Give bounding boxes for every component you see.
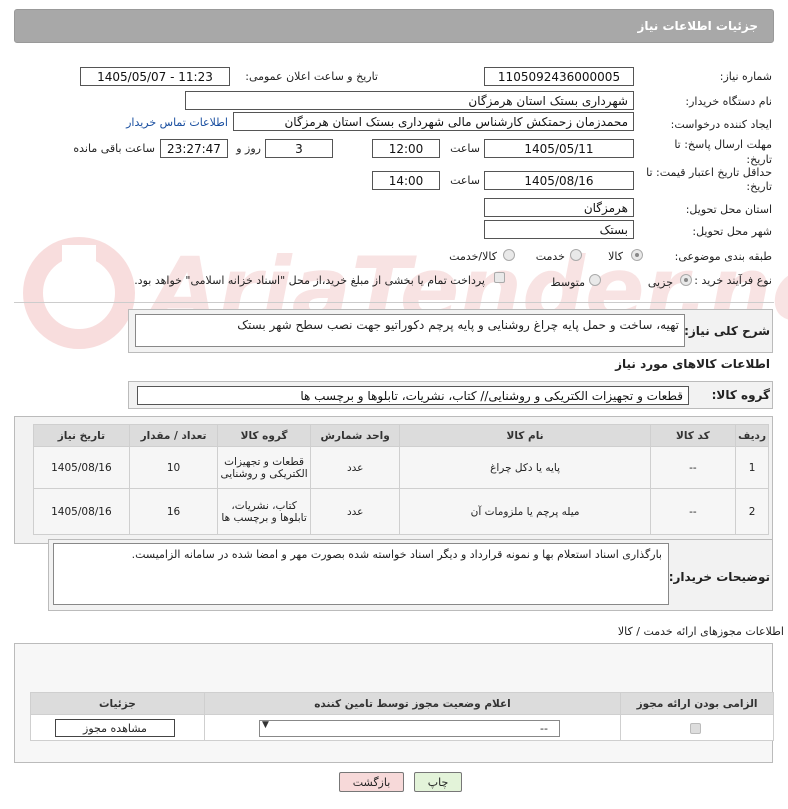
category-goods-radio[interactable] bbox=[631, 249, 643, 261]
cell-unit: عدد bbox=[309, 446, 401, 489]
cell-date: 1405/08/16 bbox=[33, 446, 130, 489]
buyer-org-field: شهرداری بستک استان هرمزگان bbox=[185, 91, 634, 110]
cell-group: کتاب، نشریات، تابلوها و برچسب ها bbox=[217, 488, 311, 535]
goods-table: ردیف کد کالا نام کالا واحد شمارش گروه کا… bbox=[33, 424, 769, 535]
deadline-hour-label: ساعت bbox=[450, 142, 480, 155]
days-suffix: روز و bbox=[236, 142, 261, 155]
need-description-label: شرح کلی نیاز: bbox=[684, 324, 770, 338]
cell-name: پایه یا دکل چراغ bbox=[399, 446, 651, 489]
validity-date-field: 1405/08/16 bbox=[484, 171, 634, 190]
process-medium-label: متوسط bbox=[550, 276, 585, 289]
validity-time-field: 14:00 bbox=[372, 171, 440, 190]
days-field: 3 bbox=[265, 139, 333, 158]
deadline-date-field: 1405/05/11 bbox=[484, 139, 634, 158]
cell-group: قطعات و تجهیزات الکتریکی و روشنایی bbox=[217, 446, 311, 489]
creator-label: ایجاد کننده درخواست: bbox=[670, 118, 772, 131]
validity-hour-label: ساعت bbox=[450, 174, 480, 187]
cell-code: -- bbox=[649, 446, 737, 489]
table-row: 1 -- پایه یا دکل چراغ عدد قطعات و تجهیزا… bbox=[33, 446, 769, 489]
process-type-label: نوع فرآیند خرید : bbox=[694, 274, 772, 287]
category-both-label: کالا/خدمت bbox=[449, 250, 497, 263]
goods-table-header: ردیف کد کالا نام کالا واحد شمارش گروه کا… bbox=[33, 424, 769, 447]
col-details: جزئیات bbox=[30, 692, 205, 715]
deadline-time-field: 12:00 bbox=[372, 139, 440, 158]
cell-date: 1405/08/16 bbox=[33, 488, 130, 535]
back-button[interactable]: بازگشت bbox=[339, 772, 404, 792]
goods-section-title: اطلاعات کالاهای مورد نیاز bbox=[615, 357, 770, 371]
contact-info-link[interactable]: اطلاعات تماس خریدار bbox=[126, 116, 228, 129]
cell-name: میله پرچم یا ملزومات آن bbox=[399, 488, 651, 535]
category-label: طبقه بندی موضوعی: bbox=[674, 250, 772, 263]
announce-label: تاریخ و ساعت اعلان عمومی: bbox=[245, 70, 378, 83]
remaining-suffix: ساعت باقی مانده bbox=[73, 142, 155, 155]
chevron-down-icon: ▼ bbox=[262, 720, 269, 730]
permits-section-title: اطلاعات مجوزهای ارائه خدمت / کالا bbox=[617, 625, 784, 638]
permit-status-value: -- bbox=[540, 722, 548, 735]
col-required: الزامی بودن ارائه مجوز bbox=[620, 692, 774, 715]
announce-field: 1405/05/07 - 11:23 bbox=[80, 67, 230, 86]
col-qty: تعداد / مقدار bbox=[128, 424, 219, 447]
buyer-org-label: نام دستگاه خریدار: bbox=[685, 95, 772, 108]
buyer-notes-textarea[interactable]: بارگذاری اسناد استعلام بها و نمونه قرارد… bbox=[53, 543, 669, 605]
permit-status-select[interactable] bbox=[259, 720, 560, 737]
cell-qty: 16 bbox=[128, 488, 219, 535]
category-goods-label: کالا bbox=[608, 250, 623, 263]
permit-required-checkbox bbox=[690, 723, 701, 734]
treasury-payment-checkbox[interactable] bbox=[494, 272, 505, 283]
col-row: ردیف bbox=[735, 424, 769, 447]
permits-table-header: الزامی بودن ارائه مجوز اعلام وضعیت مجوز … bbox=[30, 692, 774, 715]
treasury-payment-note: پرداخت تمام یا بخشی از مبلغ خرید،از محل … bbox=[134, 274, 485, 287]
process-partial-radio[interactable] bbox=[680, 274, 692, 286]
col-group: گروه کالا bbox=[217, 424, 311, 447]
cell-code: -- bbox=[649, 488, 737, 535]
col-unit: واحد شمارش bbox=[309, 424, 401, 447]
deadline-label: مهلت ارسال پاسخ: تا تاریخ: bbox=[674, 138, 772, 166]
process-medium-radio[interactable] bbox=[589, 274, 601, 286]
buyer-notes-label: توضیحات خریدار: bbox=[668, 570, 770, 584]
province-label: استان محل تحویل: bbox=[685, 203, 772, 216]
cell-row: 2 bbox=[735, 488, 769, 535]
divider bbox=[14, 302, 774, 303]
goods-group-field: قطعات و تجهیزات الکتریکی و روشنایی// کتا… bbox=[137, 386, 689, 405]
validity-label: حداقل تاریخ اعتبار قیمت: تا تاریخ: bbox=[646, 166, 772, 193]
cell-qty: 10 bbox=[128, 446, 219, 489]
city-field: بستک bbox=[484, 220, 634, 239]
process-partial-label: جزیی bbox=[647, 276, 673, 289]
view-permit-button[interactable]: مشاهده مجوز bbox=[55, 719, 175, 737]
remaining-time-field: 23:27:47 bbox=[160, 139, 228, 158]
category-service-radio[interactable] bbox=[570, 249, 582, 261]
col-code: کد کالا bbox=[649, 424, 737, 447]
category-both-radio[interactable] bbox=[503, 249, 515, 261]
need-number-field: 1105092436000005 bbox=[484, 67, 634, 86]
province-field: هرمزگان bbox=[484, 198, 634, 217]
goods-group-label: گروه کالا: bbox=[711, 388, 770, 402]
col-name: نام کالا bbox=[399, 424, 651, 447]
col-date: تاریخ نیاز bbox=[33, 424, 130, 447]
page-title: جزئیات اطلاعات نیاز bbox=[637, 19, 758, 33]
col-status: اعلام وضعیت مجوز توسط تامین کننده bbox=[203, 692, 622, 715]
category-service-label: خدمت bbox=[535, 250, 565, 263]
need-description-textarea[interactable]: تهیه، ساخت و حمل پایه چراغ روشنایی و پای… bbox=[135, 314, 685, 347]
cell-row: 1 bbox=[735, 446, 769, 489]
need-number-label: شماره نیاز: bbox=[719, 70, 772, 83]
table-row: 2 -- میله پرچم یا ملزومات آن عدد کتاب، ن… bbox=[33, 488, 769, 535]
cell-unit: عدد bbox=[309, 488, 401, 535]
print-button[interactable]: چاپ bbox=[414, 772, 462, 792]
creator-field: محمدزمان زحمتکش کارشناس مالی شهرداری بست… bbox=[233, 112, 634, 131]
city-label: شهر محل تحویل: bbox=[692, 225, 772, 238]
